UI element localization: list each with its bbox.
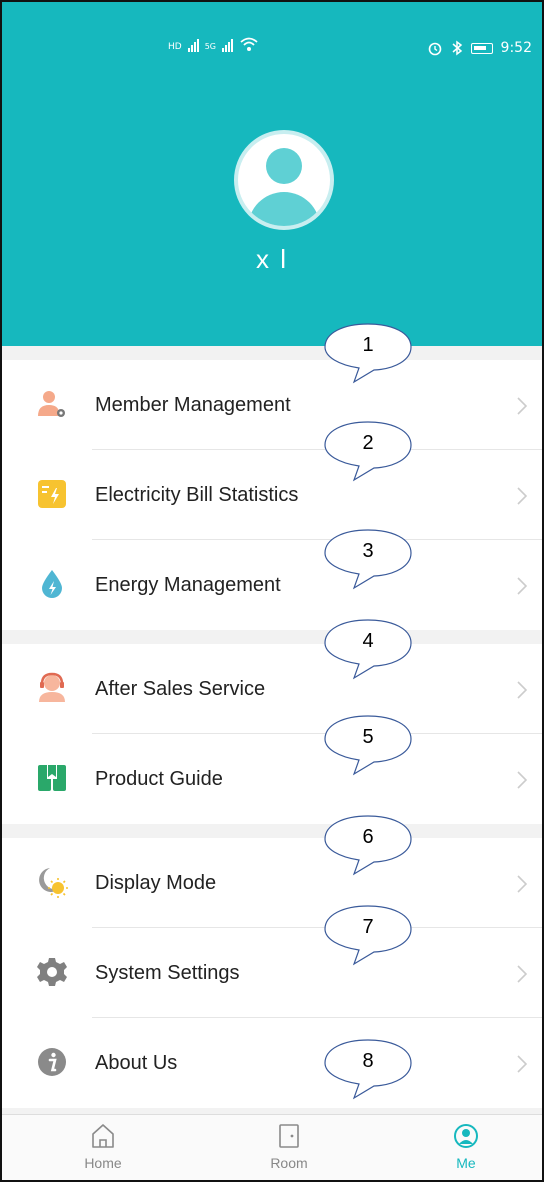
callout-number: 3 [362, 540, 374, 562]
member-icon [38, 391, 65, 417]
item-label: Product Guide [95, 767, 223, 790]
profile-icon [454, 1124, 478, 1148]
tab-label: Me [456, 1155, 476, 1171]
callout-number: 5 [362, 726, 374, 748]
battery-icon [470, 42, 493, 54]
callout-7: 7 [322, 904, 414, 966]
display-mode-icon [39, 868, 68, 898]
item-label: Display Mode [95, 871, 217, 894]
callout-number: 6 [362, 826, 374, 848]
member-management-item[interactable]: Member Management [2, 360, 542, 450]
signal-icon [187, 36, 199, 52]
callout-4: 4 [322, 618, 414, 680]
door-icon [279, 1124, 299, 1148]
callout-5: 5 [322, 714, 414, 776]
display-mode-item[interactable]: Display Mode [2, 838, 542, 928]
callout-number: 2 [362, 432, 374, 454]
username: x l [256, 244, 288, 274]
network-type-label: 5G [204, 42, 216, 51]
chevron-right-icon [517, 771, 528, 789]
status-signal-group: HD 5G [168, 36, 259, 52]
signal-icon-2 [222, 36, 233, 52]
section-gap [2, 346, 542, 360]
bottom-tab-bar: Home Room Me [2, 1114, 542, 1180]
callout-8: 8 [322, 1038, 414, 1100]
callout-1: 1 [322, 322, 414, 384]
energy-management-item[interactable]: Energy Management [2, 540, 542, 630]
item-label: Energy Management [95, 573, 281, 596]
callout-number: 8 [362, 1050, 374, 1072]
tab-home[interactable]: Home [43, 1115, 163, 1180]
avatar-head [266, 148, 302, 184]
chevron-right-icon [517, 965, 528, 983]
callout-6: 6 [322, 814, 414, 876]
status-bar: HD 5G 9:52 [2, 37, 542, 64]
callout-number: 4 [362, 630, 374, 652]
menu-group-2: After Sales Service Product Guide [2, 644, 542, 824]
chevron-right-icon [517, 397, 528, 415]
item-label: Member Management [95, 393, 291, 416]
callout-3: 3 [322, 528, 414, 590]
chevron-right-icon [517, 1055, 528, 1073]
item-label: Electricity Bill Statistics [95, 483, 299, 506]
after-sales-service-item[interactable]: After Sales Service [2, 644, 542, 734]
profile-header: HD 5G 9:52 x l [2, 2, 542, 346]
wifi-icon [240, 37, 258, 51]
status-right-group: 9:52 [427, 40, 532, 56]
support-icon [39, 672, 65, 702]
settings-icon [37, 958, 67, 986]
section-gap [2, 630, 542, 644]
app-screen: HD 5G 9:52 x l Member Management Electri… [0, 0, 544, 1182]
energy-icon [42, 570, 62, 598]
menu-group-1: Member Management Electricity Bill Stati… [2, 360, 542, 630]
electricity-icon [38, 480, 66, 508]
system-settings-item[interactable]: System Settings [2, 928, 542, 1018]
hd-badge: HD [168, 42, 182, 52]
about-us-item[interactable]: About Us [2, 1018, 542, 1108]
tab-label: Home [84, 1155, 122, 1171]
avatar[interactable] [234, 130, 334, 230]
chevron-right-icon [517, 577, 528, 595]
alarm-icon [428, 42, 441, 56]
product-guide-item[interactable]: Product Guide [2, 734, 542, 824]
avatar-body [248, 192, 320, 226]
item-label: After Sales Service [95, 677, 266, 700]
item-label: About Us [95, 1051, 178, 1074]
callout-2: 2 [322, 420, 414, 482]
section-gap [2, 824, 542, 838]
chevron-right-icon [517, 487, 528, 505]
tab-me[interactable]: Me [406, 1115, 526, 1180]
electricity-bill-statistics-item[interactable]: Electricity Bill Statistics [2, 450, 542, 540]
tab-room[interactable]: Room [229, 1115, 349, 1180]
item-label: System Settings [95, 961, 240, 984]
chevron-right-icon [517, 875, 528, 893]
info-icon [38, 1048, 66, 1076]
callout-number: 7 [362, 916, 374, 938]
guide-icon [38, 765, 66, 791]
status-time: 9:52 [500, 40, 532, 56]
tab-label: Room [270, 1155, 308, 1171]
callout-number: 1 [362, 334, 374, 356]
bluetooth-icon [452, 40, 462, 56]
settings-list: Member Management Electricity Bill Stati… [2, 346, 542, 1108]
chevron-right-icon [517, 681, 528, 699]
menu-group-3: Display Mode System Settings About Us [2, 838, 542, 1108]
home-icon [92, 1124, 114, 1148]
